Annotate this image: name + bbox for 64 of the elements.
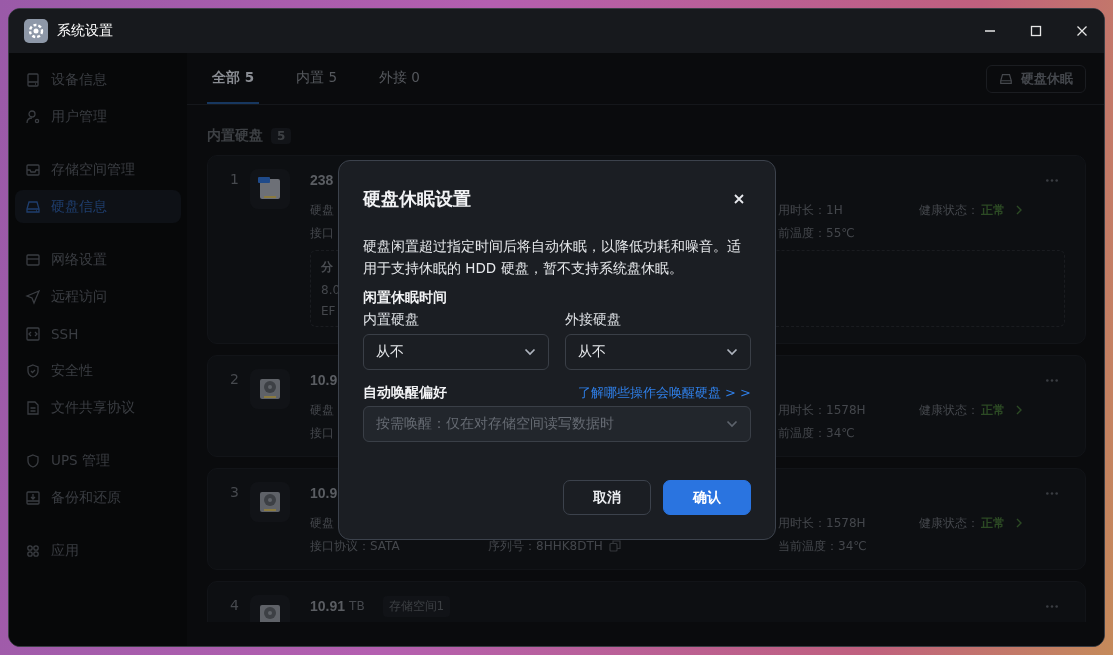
drive-icon: [25, 198, 41, 215]
caret-icon: [726, 420, 738, 428]
tab[interactable]: 全部 5: [207, 53, 260, 104]
hard-drive-icon: [257, 489, 283, 515]
code-icon: [25, 325, 41, 342]
disk-capacity: 10.9: [310, 372, 338, 388]
shield-check-icon: [25, 362, 41, 379]
cancel-button[interactable]: 取消: [563, 480, 651, 515]
hard-drive-icon: [257, 602, 283, 622]
dialog-title: 硬盘休眠设置: [363, 187, 471, 211]
inbox-icon: [25, 161, 41, 178]
disk-sleep-button[interactable]: 硬盘休眠: [986, 64, 1086, 93]
field-label: 外接硬盘: [565, 311, 622, 329]
dropdown[interactable]: 从不: [363, 334, 549, 370]
window-icon: [25, 251, 41, 268]
chevron-right-icon[interactable]: [1015, 405, 1023, 415]
dropdown[interactable]: 从不: [565, 334, 751, 370]
chevron-right-icon[interactable]: [1015, 518, 1023, 528]
disk-capacity: 238: [310, 172, 334, 188]
field-label: 内置硬盘: [363, 311, 420, 329]
close-icon[interactable]: [733, 193, 745, 205]
send-icon: [25, 288, 41, 305]
capacity-unit: TB: [349, 599, 365, 613]
maximize-icon[interactable]: [1030, 25, 1042, 37]
gear-icon: [24, 19, 48, 43]
window-title: 系统设置: [57, 22, 113, 40]
disk-number: 2: [230, 370, 240, 387]
save-icon: [25, 489, 41, 506]
document-icon: [25, 399, 41, 416]
disk-number: 4: [230, 596, 240, 613]
user-icon: [25, 108, 41, 125]
ssd-icon: [257, 176, 283, 202]
more-icon[interactable]: [1045, 490, 1059, 496]
caret-icon: [726, 348, 738, 356]
more-icon[interactable]: [1045, 603, 1059, 609]
hard-drive-icon: [257, 376, 283, 402]
health-status: 正常: [981, 203, 1005, 217]
chevron-right-icon[interactable]: [1015, 205, 1023, 215]
grid-icon: [25, 542, 41, 559]
partition-heading: 分: [321, 259, 333, 276]
confirm-button[interactable]: 确认: [663, 480, 751, 515]
caret-icon: [524, 348, 536, 356]
shield-icon: [25, 452, 41, 469]
wake-heading: 自动唤醒偏好: [363, 384, 447, 402]
disk-capacity: 10.91: [310, 598, 346, 614]
sidebar-item[interactable]: 硬盘信息: [15, 190, 181, 223]
health-status: 正常: [981, 403, 1005, 417]
drive-icon: [999, 71, 1013, 86]
copy-icon[interactable]: [608, 540, 621, 552]
more-icon[interactable]: [1045, 177, 1059, 183]
dialog-description: 硬盘闲置超过指定时间后将自动休眠，以降低功耗和噪音。适用于支持休眠的 HDD 硬盘，暂不支持系统盘休眠。: [363, 237, 742, 278]
device-icon: [25, 71, 41, 88]
disk-number: 3: [230, 483, 240, 500]
more-icon[interactable]: [1045, 377, 1059, 383]
tab[interactable]: 外接 0: [374, 53, 425, 104]
health-status: 正常: [981, 516, 1005, 530]
sidebar-item[interactable]: SSH: [15, 317, 181, 350]
disk-capacity: 10.9: [310, 485, 338, 501]
idle-time-heading: 闲置休眠时间: [363, 289, 448, 307]
disk-number: 1: [230, 170, 240, 187]
tab[interactable]: 内置 5: [291, 53, 342, 104]
help-link[interactable]: 了解哪些操作会唤醒硬盘 > >: [577, 384, 751, 402]
partition-name: EF: [321, 304, 336, 318]
close-icon[interactable]: [1076, 25, 1088, 37]
